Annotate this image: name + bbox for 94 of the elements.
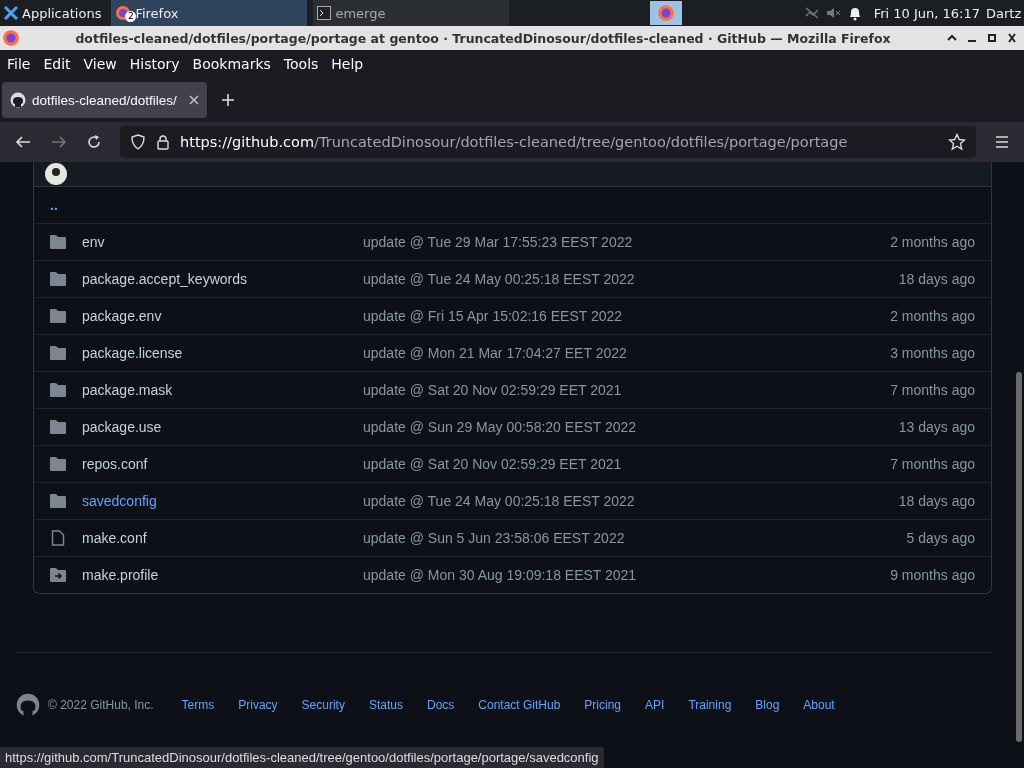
copyright-text: © 2022 GitHub, Inc. xyxy=(48,698,154,712)
commit-message-link[interactable]: update @ Tue 24 May 00:25:18 EEST 2022 xyxy=(363,271,899,287)
lock-icon xyxy=(156,134,170,150)
file-name-link[interactable]: repos.conf xyxy=(82,456,363,472)
window-title: dotfiles-cleaned/dotfiles/portage/portage at gentoo · TruncatedDinosour/dotfiles-cleaned · GitHub — Mozilla Firefox xyxy=(74,30,892,46)
file-name-link[interactable]: make.profile xyxy=(82,567,363,583)
close-icon[interactable] xyxy=(1006,33,1018,43)
file-name-link[interactable]: savedconfig xyxy=(82,493,363,509)
menu-icon[interactable] xyxy=(994,135,1010,149)
commit-age: 2 months ago xyxy=(890,234,975,250)
browser-icon xyxy=(2,29,20,47)
file-name-link[interactable]: package.env xyxy=(82,308,363,324)
menu-item[interactable]: Bookmarks xyxy=(192,56,271,72)
commit-age: 13 days ago xyxy=(898,419,975,435)
commit-message-link[interactable]: update @ Fri 15 Apr 15:02:16 EEST 2022 xyxy=(363,308,891,324)
footer-link[interactable]: Privacy xyxy=(238,698,278,712)
commit-age: 9 months ago xyxy=(890,567,975,583)
commit-age: 7 months ago xyxy=(890,382,975,398)
back-icon[interactable] xyxy=(14,134,32,150)
shield-icon xyxy=(130,134,146,150)
file-name-link[interactable]: package.license xyxy=(82,345,363,361)
folder-icon xyxy=(50,235,66,249)
file-name-link[interactable]: package.mask xyxy=(82,382,363,398)
footer-link[interactable]: Contact GitHub xyxy=(478,698,561,712)
commit-message-link[interactable]: update @ Mon 21 Mar 17:04:27 EET 2022 xyxy=(363,345,891,361)
x-logo-icon xyxy=(4,6,18,20)
menu-item[interactable]: History xyxy=(129,56,180,72)
maximize-icon[interactable] xyxy=(986,33,998,43)
user-name[interactable]: Dartz xyxy=(986,5,1024,21)
file-icon xyxy=(50,530,66,546)
task-button[interactable]: emerge xyxy=(313,0,510,26)
footer-link[interactable]: Training xyxy=(688,698,732,712)
muted-speaker-icon[interactable] xyxy=(825,6,842,20)
folder-icon xyxy=(50,420,66,434)
footer-link[interactable]: API xyxy=(645,698,665,712)
footer-link[interactable]: Blog xyxy=(755,698,780,712)
commit-age: 2 months ago xyxy=(890,308,975,324)
folder-icon xyxy=(50,346,66,360)
browser-icon xyxy=(656,4,675,22)
close-icon[interactable] xyxy=(189,95,199,105)
url-text: https://github.com/TruncatedDinosour/dotfiles-cleaned/tree/gentoo/dotfiles/portage/portage xyxy=(180,134,849,150)
footer-link[interactable]: Status xyxy=(368,698,403,712)
menu-item[interactable]: View xyxy=(83,56,117,72)
footer-link[interactable]: About xyxy=(803,698,835,712)
commit-age: 5 days ago xyxy=(906,530,975,546)
file-name-link[interactable]: package.accept_keywords xyxy=(82,271,363,287)
folder-arrow-icon xyxy=(50,568,66,582)
forward-icon[interactable] xyxy=(50,134,68,150)
footer-link[interactable]: Security xyxy=(301,698,345,712)
browser-launcher[interactable] xyxy=(649,1,682,25)
file-name-link[interactable]: env xyxy=(82,234,363,250)
commit-age: 18 days ago xyxy=(898,271,975,287)
terminal-icon xyxy=(317,6,332,20)
footer-link[interactable]: Docs xyxy=(426,698,455,712)
bell-icon[interactable] xyxy=(847,5,862,21)
menu-item[interactable]: Help xyxy=(331,56,364,72)
commit-message-link[interactable]: update @ Sun 29 May 00:58:20 EEST 2022 xyxy=(363,419,899,435)
commit-message-link[interactable]: update @ Tue 24 May 00:25:18 EEST 2022 xyxy=(363,493,899,509)
commit-message-link[interactable]: update @ Tue 29 Mar 17:55:23 EEST 2022 xyxy=(363,234,891,250)
footer-link[interactable]: Terms xyxy=(181,698,215,712)
commit-message-link[interactable]: update @ Sat 20 Nov 02:59:29 EET 2021 xyxy=(363,456,891,472)
scrollbar[interactable] xyxy=(1016,372,1022,742)
count-badge: 2 xyxy=(125,11,137,22)
network-icon[interactable] xyxy=(803,6,820,20)
status-bar-url: https://github.com/TruncatedDinosour/dotfiles-cleaned/tree/gentoo/dotfiles/portage/portage/savedconfig xyxy=(0,747,604,768)
footer-link[interactable]: Pricing xyxy=(584,698,622,712)
folder-icon xyxy=(50,383,66,397)
commit-age: 7 months ago xyxy=(890,456,975,472)
menu-item[interactable]: Edit xyxy=(43,56,71,72)
caret-up-icon[interactable] xyxy=(946,33,958,43)
star-icon[interactable] xyxy=(948,133,966,151)
new-tab-icon[interactable] xyxy=(221,93,235,107)
commit-message-link[interactable]: update @ Sat 20 Nov 02:59:29 EET 2021 xyxy=(363,382,891,398)
menu-item[interactable]: File xyxy=(7,56,31,72)
commit-age: 18 days ago xyxy=(898,493,975,509)
file-name-link[interactable]: make.conf xyxy=(82,530,363,546)
folder-icon xyxy=(50,457,66,471)
github-logo-icon[interactable] xyxy=(16,693,40,717)
file-name-link[interactable]: package.use xyxy=(82,419,363,435)
reload-icon[interactable] xyxy=(86,134,102,150)
menu-item[interactable]: Tools xyxy=(283,56,319,72)
browser-tab[interactable]: dotfiles-cleaned/dotfiles/ xyxy=(2,82,207,118)
applications-menu[interactable]: Applications xyxy=(0,0,106,26)
folder-icon xyxy=(50,494,66,508)
commit-message-link[interactable]: update @ Sun 5 Jun 23:58:06 EEST 2022 xyxy=(363,530,907,546)
folder-icon xyxy=(50,309,66,323)
tab-title: dotfiles-cleaned/dotfiles/ xyxy=(32,92,178,108)
parent-directory-link[interactable]: .. xyxy=(50,197,58,213)
octocat-icon xyxy=(10,92,26,108)
address-field[interactable]: https://github.com/TruncatedDinosour/dotfiles-cleaned/tree/gentoo/dotfiles/portage/portage xyxy=(120,126,976,158)
commit-age: 3 months ago xyxy=(890,345,975,361)
folder-icon xyxy=(50,272,66,286)
clock[interactable]: Fri 10 Jun, 16:17 xyxy=(873,5,980,21)
commit-message-link[interactable]: update @ Mon 30 Aug 19:09:18 EEST 2021 xyxy=(363,567,891,583)
